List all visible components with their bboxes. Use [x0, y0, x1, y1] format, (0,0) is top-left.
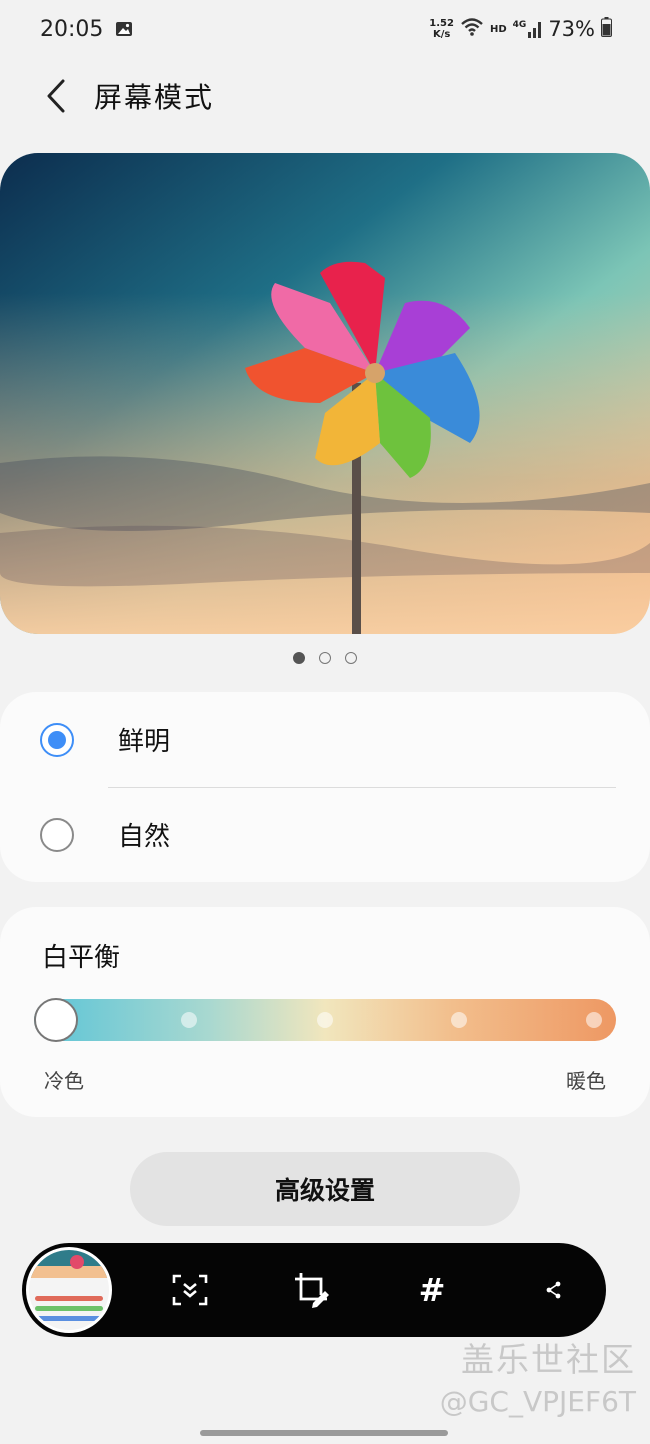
option-vivid[interactable]: 鲜明 [0, 692, 650, 787]
pager-dot[interactable] [293, 652, 305, 664]
warm-label: 暖色 [566, 1069, 606, 1093]
crop-edit-button[interactable] [290, 1268, 334, 1312]
status-time: 20:05 [40, 16, 104, 42]
slider-tick [451, 1012, 467, 1028]
screenshot-thumbnail[interactable] [26, 1247, 112, 1333]
page-title: 屏幕模式 [94, 81, 215, 114]
battery-percent: 73% [548, 17, 595, 41]
radio-vivid[interactable] [40, 722, 74, 757]
pinwheel-wallpaper [0, 153, 650, 634]
network-speed: 1.52 K/s [429, 18, 454, 40]
white-balance-thumb[interactable] [34, 998, 78, 1042]
pager-dot[interactable] [319, 652, 331, 664]
preview-image[interactable] [0, 153, 650, 634]
pager-dot[interactable] [345, 652, 357, 664]
screenshot-toolbar: # [22, 1243, 606, 1337]
status-right: 1.52 K/s HD 4G 73% [429, 17, 612, 41]
network-speed-unit: K/s [432, 29, 451, 40]
hd-badge: HD [489, 23, 507, 35]
cool-label: 冷色 [44, 1069, 84, 1093]
chevron-left-icon [47, 79, 65, 113]
scroll-capture-icon [172, 1274, 208, 1306]
status-bar: 20:05 1.52 K/s HD 4G 73% [0, 0, 650, 58]
preview-pager [0, 652, 650, 668]
share-icon [546, 1281, 561, 1299]
share-button[interactable] [532, 1268, 576, 1312]
hashtag-button[interactable]: # [410, 1268, 454, 1312]
option-natural[interactable]: 自然 [0, 787, 650, 882]
user-watermark: @GC_VPJEF6T [439, 1385, 636, 1418]
white-balance-card: 白平衡 冷色 暖色 [0, 907, 650, 1117]
advanced-settings-button[interactable]: 高级设置 [130, 1152, 520, 1226]
option-divider [108, 787, 616, 788]
option-natural-label: 自然 [118, 822, 171, 852]
white-balance-title: 白平衡 [42, 943, 121, 973]
radio-natural[interactable] [40, 817, 74, 852]
network-speed-value: 1.52 [429, 18, 454, 29]
status-left: 20:05 [40, 17, 133, 42]
slider-tick [181, 1012, 197, 1028]
slider-tick [586, 1012, 602, 1028]
community-watermark: 盖乐世社区 [461, 1340, 636, 1379]
scroll-capture-button[interactable] [168, 1268, 212, 1312]
screenshot-preview [29, 1250, 109, 1330]
option-vivid-label: 鲜明 [118, 727, 171, 757]
signal-icon: 4G [513, 20, 543, 38]
gallery-notification-icon [115, 21, 133, 37]
back-button[interactable] [28, 68, 84, 124]
hashtag-icon: # [418, 1271, 446, 1309]
home-indicator[interactable] [200, 1430, 448, 1436]
battery-icon [601, 17, 612, 41]
slider-tick [317, 1012, 333, 1028]
wifi-icon [460, 17, 484, 41]
crop-edit-icon [295, 1273, 329, 1308]
app-header: 屏幕模式 [0, 68, 650, 124]
lte-badge: 4G [512, 20, 527, 30]
white-balance-slider[interactable] [34, 998, 616, 1042]
